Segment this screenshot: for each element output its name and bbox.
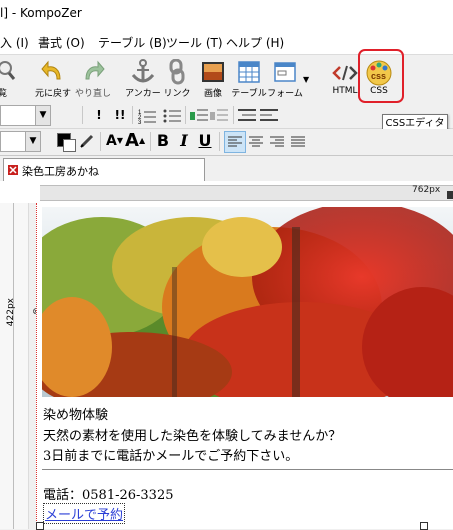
definition-list-icon[interactable]	[238, 108, 256, 124]
anchor-icon	[131, 59, 155, 83]
paragraph-format-select[interactable]	[0, 105, 36, 126]
align-left-button[interactable]	[224, 131, 246, 153]
vertical-ruler-line	[13, 203, 14, 529]
html-tag-icon	[332, 65, 358, 81]
content-line-3: 3日前までに電話かメールでご予約下さい。	[43, 449, 299, 464]
chevron-down-icon[interactable]: ▼	[35, 105, 51, 126]
undo-arrow-icon	[41, 60, 61, 80]
indent-icon[interactable]	[190, 108, 208, 124]
table-border	[36, 203, 38, 529]
separator	[100, 132, 101, 151]
separator	[82, 106, 83, 124]
bullet-list-icon[interactable]	[163, 108, 181, 124]
css-button-highlight	[358, 49, 404, 103]
content-title: 染め物体験	[43, 408, 109, 423]
font-larger-label: A	[125, 130, 139, 151]
picture-icon	[202, 62, 224, 82]
autumn-leaves-photo	[42, 207, 453, 397]
ruler-height-label: 422px	[6, 298, 16, 327]
preview-label: 覧	[0, 89, 8, 99]
separator	[233, 106, 234, 124]
form-label: フォーム	[267, 89, 303, 99]
redo-button[interactable]: やり直し	[75, 57, 111, 101]
horizontal-rule	[42, 469, 453, 470]
background-color-swatch[interactable]	[63, 139, 76, 152]
font-smaller-button[interactable]: A▼	[106, 131, 123, 151]
svg-text:3: 3	[138, 120, 142, 124]
font-larger-button[interactable]: A▲	[125, 131, 145, 151]
highlight-pen-icon[interactable]	[79, 133, 95, 149]
separator	[185, 106, 186, 124]
menu-table[interactable]: テーブル (B)	[98, 34, 167, 51]
ruler-track	[40, 185, 453, 201]
vertical-ruler	[0, 203, 29, 529]
form-button[interactable]: フォーム	[267, 57, 303, 101]
bold-button[interactable]: B	[156, 131, 170, 151]
link-button[interactable]: リンク	[163, 57, 191, 101]
image-button[interactable]: 画像	[199, 57, 227, 101]
mail-reserve-link[interactable]: メールで予約	[43, 503, 126, 524]
preview-button[interactable]: 覧	[0, 57, 16, 101]
window-title: l] - KompoZer	[0, 6, 82, 20]
align-center-icon[interactable]	[247, 133, 265, 151]
font-select[interactable]	[0, 131, 26, 152]
align-justify-icon[interactable]	[289, 133, 307, 151]
ruler-width-label: 762px	[412, 185, 441, 195]
very-important-button[interactable]: !!	[112, 105, 128, 125]
undo-button[interactable]: 元に戻す	[35, 57, 71, 101]
content-line-2: 天然の素材を使用した染色を体験してみませんか？	[43, 429, 342, 444]
redo-label: やり直し	[74, 89, 111, 99]
redo-arrow-icon	[85, 60, 105, 80]
document-tab[interactable]: 染色工房あかね	[3, 158, 205, 182]
title-bar: l] - KompoZer	[0, 0, 453, 28]
font-smaller-label: A	[106, 133, 117, 149]
menu-help[interactable]: ヘルプ (H)	[226, 34, 284, 51]
separator	[219, 132, 220, 151]
underline-button[interactable]: U	[198, 131, 212, 151]
format-toolbar-2: ▼ A▼ A▲ B I U	[0, 129, 453, 156]
separator	[150, 132, 151, 151]
chain-link-icon	[169, 59, 185, 85]
table-icon	[238, 61, 260, 83]
align-right-icon[interactable]	[268, 133, 286, 151]
menu-format[interactable]: 書式 (O)	[38, 34, 85, 51]
ruler-resize-handle[interactable]	[447, 191, 453, 199]
align-block-icon[interactable]	[260, 108, 278, 124]
outdent-icon[interactable]	[210, 108, 228, 124]
important-button[interactable]: !	[92, 105, 106, 125]
chevron-down-icon[interactable]: ▼	[25, 131, 41, 152]
close-tab-icon[interactable]	[8, 165, 18, 175]
menu-insert[interactable]: 入 (I)	[0, 34, 29, 51]
form-dropdown-arrow[interactable]: ▼	[303, 75, 309, 84]
content-phone: 電話：0581-26-3325	[43, 488, 174, 503]
numbered-list-icon[interactable]: 123	[138, 108, 156, 124]
menu-tools[interactable]: ツール (T)	[166, 34, 223, 51]
magnifier-icon	[0, 61, 16, 80]
separator	[132, 106, 133, 124]
align-left-icon	[228, 136, 242, 147]
form-icon	[274, 62, 296, 82]
italic-button[interactable]: I	[178, 131, 190, 151]
tab-label: 染色工房あかね	[22, 165, 99, 178]
mail-link-text[interactable]: メールで予約	[45, 508, 123, 523]
